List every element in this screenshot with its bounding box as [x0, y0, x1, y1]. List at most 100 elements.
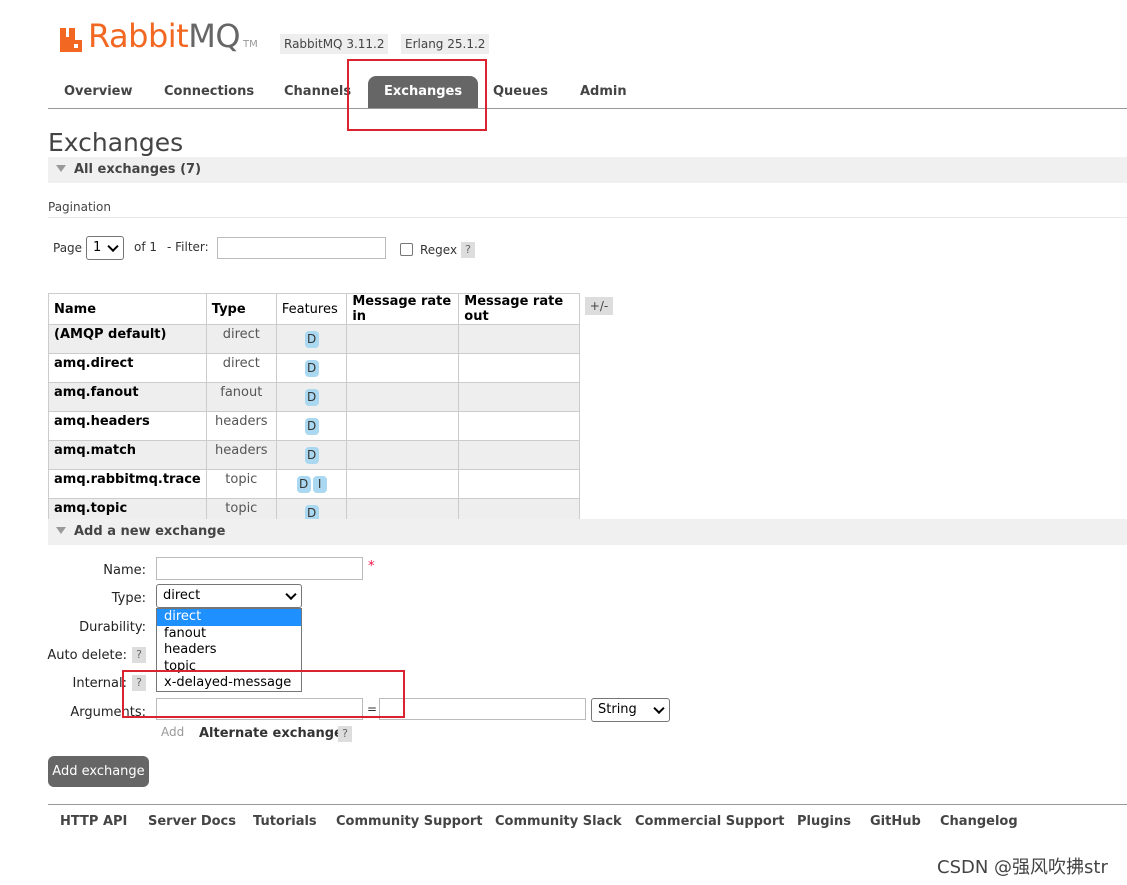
tab-queues[interactable]: Queues — [477, 74, 564, 108]
filter-label: - Filter: — [167, 240, 209, 254]
add-exchange-toggle[interactable]: Add a new exchange — [48, 519, 1127, 545]
pagination-divider — [48, 217, 1127, 218]
durable-tag: D — [304, 446, 319, 464]
all-exchanges-toggle[interactable]: All exchanges (7) — [48, 157, 1127, 183]
footer-link-community-slack[interactable]: Community Slack — [495, 814, 622, 829]
exchange-name-link[interactable]: amq.rabbitmq.trace — [48, 469, 207, 499]
footer-link-http-api[interactable]: HTTP API — [60, 814, 127, 829]
logo-trademark: TM — [243, 39, 258, 50]
durable-tag: D — [304, 330, 319, 348]
footer-link-community-support[interactable]: Community Support — [336, 814, 483, 829]
column-header-type[interactable]: Type — [205, 293, 277, 325]
rate-out-cell — [458, 382, 580, 412]
durable-tag: D — [304, 417, 319, 435]
footer-link-tutorials[interactable]: Tutorials — [253, 814, 317, 829]
rate-in-cell — [346, 353, 460, 383]
exchange-name-link[interactable]: amq.match — [48, 440, 207, 470]
add-argument-link[interactable]: Add — [161, 725, 184, 739]
tab-admin[interactable]: Admin — [564, 74, 643, 108]
table-row[interactable]: amq.headers headers D — [48, 411, 580, 441]
argument-type-select[interactable]: String — [591, 698, 670, 722]
exchange-type: direct — [205, 353, 277, 383]
footer-link-plugins[interactable]: Plugins — [797, 814, 851, 829]
footer-link-github[interactable]: GitHub — [870, 814, 921, 829]
erlang-version: Erlang 25.1.2 — [401, 34, 490, 54]
argument-value-input[interactable] — [379, 698, 586, 720]
rabbitmq-version: RabbitMQ 3.11.2 — [280, 34, 389, 54]
alternate-exchange-help-icon[interactable]: ? — [338, 726, 352, 742]
page-title: Exchanges — [48, 128, 184, 157]
tab-connections[interactable]: Connections — [148, 74, 270, 108]
csdn-watermark: CSDN @强风吹拂str — [937, 857, 1108, 878]
rate-in-cell — [346, 382, 460, 412]
exchange-name-link[interactable]: amq.headers — [48, 411, 207, 441]
exchange-features: D — [275, 411, 348, 441]
table-row[interactable]: amq.fanout fanout D — [48, 382, 580, 412]
footer-divider — [48, 804, 1127, 805]
exchange-name-link[interactable]: amq.fanout — [48, 382, 207, 412]
durable-tag: D — [304, 359, 319, 377]
collapse-triangle-icon — [56, 165, 66, 172]
durability-label: Durability: — [79, 620, 146, 635]
rate-in-cell — [346, 411, 460, 441]
collapse-triangle-icon — [56, 527, 66, 534]
add-exchange-button[interactable]: Add exchange — [48, 756, 149, 787]
type-label: Type: — [111, 591, 146, 606]
exchange-type: direct — [205, 324, 277, 354]
page-select-value: 1 — [93, 240, 102, 255]
chevron-down-icon — [653, 702, 665, 715]
table-row[interactable]: amq.rabbitmq.trace topic DI — [48, 469, 580, 499]
exchange-name-link[interactable]: amq.direct — [48, 353, 207, 383]
internal-label: Internal: — [72, 676, 127, 691]
exchange-features: D — [275, 382, 348, 412]
main-nav-tabs: Overview Connections Channels Exchanges … — [48, 74, 1127, 109]
column-header-rate-out[interactable]: Message rate out — [458, 293, 580, 325]
table-row[interactable]: (AMQP default) direct D — [48, 324, 580, 354]
highlight-box-delayed-option — [122, 670, 405, 718]
exchange-type: headers — [205, 440, 277, 470]
exchange-type: headers — [205, 411, 277, 441]
column-header-features: Features — [275, 293, 348, 325]
exchange-features: D — [275, 324, 348, 354]
column-header-name[interactable]: Name — [48, 293, 207, 325]
page-label: Page — [53, 241, 83, 255]
alternate-exchange-link[interactable]: Alternate exchange — [199, 726, 343, 741]
type-option-headers[interactable]: headers — [157, 642, 301, 659]
rate-out-cell — [458, 469, 580, 499]
rate-out-cell — [458, 411, 580, 441]
exchange-name-link[interactable]: (AMQP default) — [48, 324, 207, 354]
column-toggle-button[interactable]: +/- — [585, 297, 613, 315]
rate-out-cell — [458, 353, 580, 383]
exchange-name-input[interactable] — [156, 557, 363, 580]
add-exchange-heading: Add a new exchange — [74, 524, 226, 539]
argument-type-value: String — [598, 702, 637, 717]
column-header-rate-in[interactable]: Message rate in — [346, 293, 460, 325]
regex-checkbox[interactable] — [400, 243, 413, 256]
logo-wordmark: RabbitMQ — [88, 17, 240, 55]
type-option-fanout[interactable]: fanout — [157, 626, 301, 643]
required-mark: * — [368, 559, 375, 574]
table-row[interactable]: amq.match headers D — [48, 440, 580, 470]
pagination-label: Pagination — [48, 200, 111, 214]
filter-input[interactable] — [217, 237, 386, 259]
rate-in-cell — [346, 440, 460, 470]
footer-link-changelog[interactable]: Changelog — [940, 814, 1018, 829]
exchange-features: D — [275, 440, 348, 470]
regex-help-icon[interactable]: ? — [461, 242, 475, 258]
type-option-direct[interactable]: direct — [157, 609, 301, 626]
footer-link-server-docs[interactable]: Server Docs — [148, 814, 236, 829]
table-row[interactable]: amq.direct direct D — [48, 353, 580, 383]
footer-link-commercial-support[interactable]: Commercial Support — [635, 814, 785, 829]
exchange-type: topic — [205, 469, 277, 499]
rabbitmq-logo[interactable]: RabbitMQ TM — [58, 14, 258, 54]
tab-overview[interactable]: Overview — [48, 74, 149, 108]
exchange-features: D — [275, 353, 348, 383]
all-exchanges-heading: All exchanges (7) — [74, 162, 202, 177]
exchange-type-select[interactable]: direct — [156, 584, 302, 608]
auto-delete-help-icon[interactable]: ? — [132, 647, 146, 663]
highlight-box-exchanges-tab — [347, 59, 487, 131]
page-select[interactable]: 1 — [86, 236, 124, 260]
exchange-type: fanout — [205, 382, 277, 412]
rate-out-cell — [458, 324, 580, 354]
durable-tag: D — [304, 388, 319, 406]
